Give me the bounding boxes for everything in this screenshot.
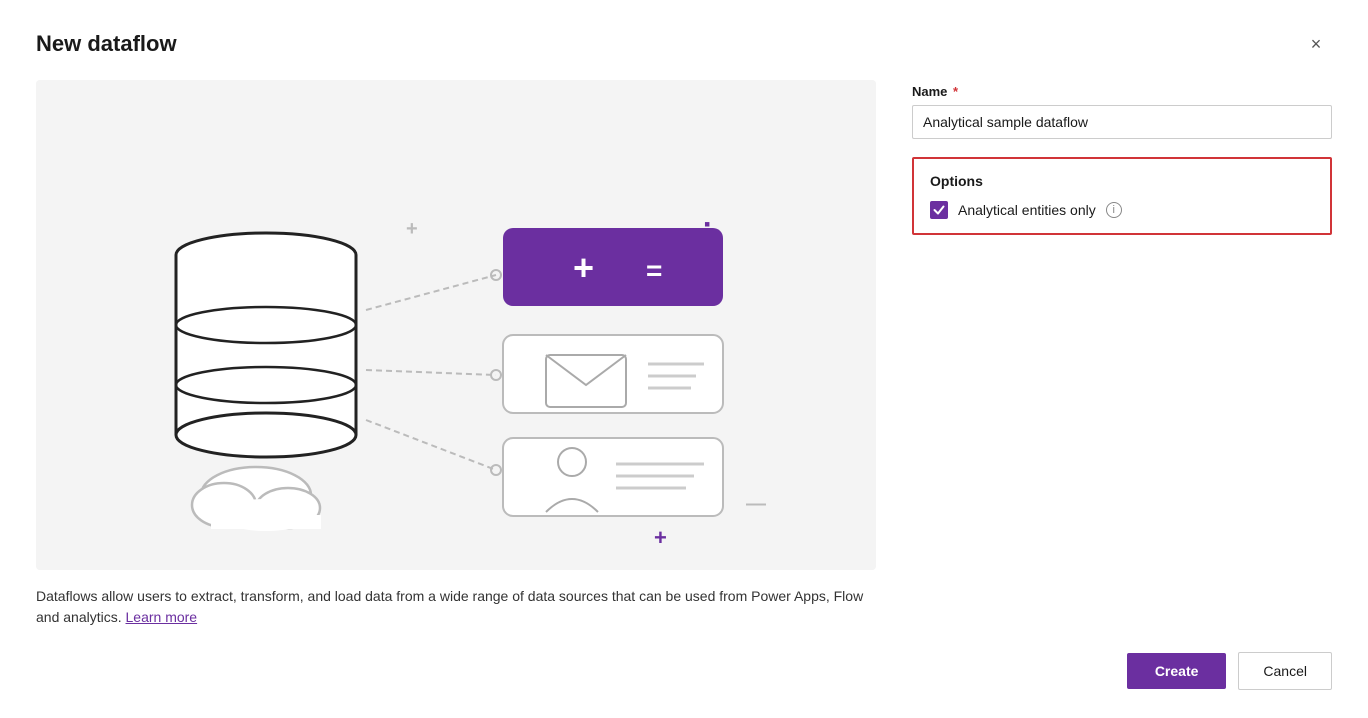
description-text: Dataflows allow users to extract, transf… (36, 586, 876, 628)
info-icon[interactable]: i (1106, 202, 1122, 218)
dialog-title: New dataflow (36, 31, 177, 57)
new-dataflow-dialog: New dataflow × + + + ▪ + — (0, 0, 1368, 718)
name-input[interactable] (912, 105, 1332, 139)
name-field-container: Name * (912, 84, 1332, 139)
left-panel: + + + ▪ + — (36, 80, 876, 628)
dialog-body: + + + ▪ + — (36, 80, 1332, 628)
options-title: Options (930, 173, 1314, 189)
svg-text:+: + (406, 218, 418, 240)
learn-more-link[interactable]: Learn more (126, 609, 198, 625)
dialog-header: New dataflow × (36, 28, 1332, 60)
right-panel: Name * Options Analytical entities only … (912, 80, 1332, 628)
name-label: Name * (912, 84, 1332, 99)
cancel-button[interactable]: Cancel (1238, 652, 1332, 690)
create-button[interactable]: Create (1127, 653, 1227, 689)
svg-text:+: + (654, 525, 667, 550)
close-button[interactable]: × (1300, 28, 1332, 60)
svg-text:+: + (573, 247, 594, 288)
analytical-entities-row: Analytical entities only i (930, 201, 1314, 219)
svg-text:—: — (746, 493, 766, 515)
analytical-entities-label: Analytical entities only (958, 202, 1096, 218)
required-indicator: * (953, 84, 958, 99)
illustration: + + + ▪ + — (36, 80, 876, 570)
options-box: Options Analytical entities only i (912, 157, 1332, 235)
dialog-footer: Create Cancel (36, 652, 1332, 690)
analytical-entities-checkbox[interactable] (930, 201, 948, 219)
svg-text:=: = (646, 255, 662, 286)
name-label-text: Name (912, 84, 947, 99)
